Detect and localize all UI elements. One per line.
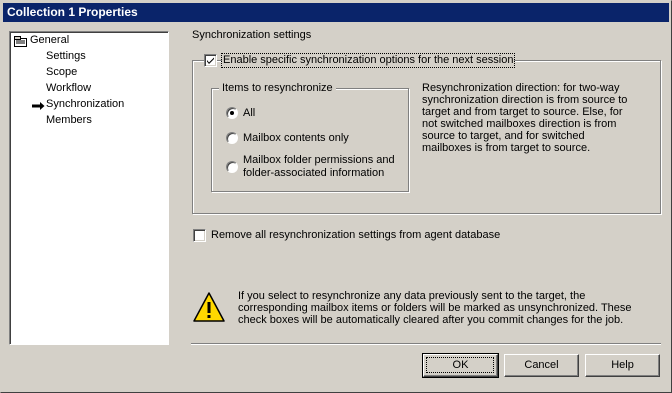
tree-item-label: Synchronization	[46, 98, 125, 110]
tree-item-scope[interactable]: Scope	[46, 65, 77, 80]
warning-icon	[193, 291, 225, 323]
tree-item-label: Members	[46, 114, 92, 126]
checkmark-icon	[207, 57, 214, 64]
window-title: Collection 1 Properties	[3, 3, 669, 22]
enable-sync-label[interactable]: Enable specific synchronization options …	[220, 53, 516, 68]
direction-description: Resynchronization direction: for two-way…	[422, 82, 628, 154]
tree-item-workflow[interactable]: Workflow	[46, 81, 91, 96]
remove-settings-label[interactable]: Remove all resynchronization settings fr…	[211, 229, 500, 242]
remove-settings-checkbox[interactable]	[193, 229, 206, 242]
cancel-button[interactable]: Cancel	[504, 354, 579, 377]
radio-mailbox-contents-label[interactable]: Mailbox contents only	[243, 132, 349, 145]
tree-item-label: General	[30, 34, 70, 46]
items-group-label: Items to resynchronize	[219, 82, 336, 94]
ok-button[interactable]: OK	[422, 353, 499, 378]
help-button-label: Help	[611, 359, 634, 371]
tree-item-synchronization[interactable]: Synchronization	[46, 97, 124, 112]
warning-text: If you select to resynchronize any data …	[238, 290, 632, 326]
cancel-button-label: Cancel	[524, 359, 559, 371]
radio-folder-permissions[interactable]	[226, 161, 238, 173]
arrow-right-icon	[32, 101, 45, 110]
separator	[191, 343, 661, 345]
tree-item-general[interactable]: General	[30, 33, 69, 48]
enable-sync-checkbox[interactable]	[204, 54, 217, 67]
folder-properties-icon	[14, 36, 28, 47]
tree-item-settings[interactable]: Settings	[46, 49, 86, 64]
tree-item-label: Settings	[46, 50, 86, 62]
radio-folder-permissions-label-line2[interactable]: folder-associated information	[243, 167, 384, 180]
navigation-tree: General Settings Scope Workflow Synchron…	[9, 31, 169, 345]
radio-folder-permissions-label-line1[interactable]: Mailbox folder permissions and	[243, 154, 395, 167]
tree-item-members[interactable]: Members	[46, 113, 92, 128]
tree-item-label: Scope	[46, 66, 78, 78]
section-title: Synchronization settings	[192, 29, 312, 41]
radio-mailbox-contents[interactable]	[226, 132, 238, 144]
radio-all-label[interactable]: All	[243, 107, 255, 120]
help-button[interactable]: Help	[585, 354, 660, 377]
radio-all[interactable]	[226, 107, 238, 119]
tree-item-label: Workflow	[46, 82, 92, 94]
properties-dialog: Collection 1 Properties General Settings…	[0, 0, 672, 393]
